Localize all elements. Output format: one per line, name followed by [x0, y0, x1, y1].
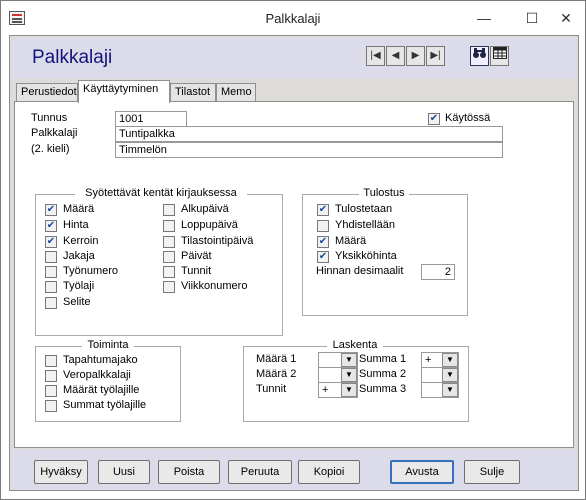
tunnit-dropdown-icon[interactable]: ▼: [341, 383, 357, 397]
tulostetaan-label: Tulostetaan: [335, 203, 393, 215]
uusi-button[interactable]: Uusi: [98, 460, 150, 484]
tulostetaan-checkbox[interactable]: ✔: [317, 204, 329, 216]
tunnit-label: Tunnit: [256, 383, 287, 395]
maara-label: Määrä: [63, 203, 95, 215]
tab-memo[interactable]: Memo: [216, 83, 256, 102]
summat-tyolajille-label: Summat työlajille: [63, 399, 147, 411]
tulostus-maara-checkbox[interactable]: ✔: [317, 236, 329, 248]
minimize-icon[interactable]: —: [471, 7, 497, 29]
maara-checkbox[interactable]: ✔: [45, 204, 57, 216]
summa3-dropdown-icon[interactable]: ▼: [442, 383, 458, 397]
tunnit-checkbox[interactable]: [163, 266, 175, 278]
summa1-dropdown-icon[interactable]: ▼: [442, 353, 458, 367]
tulostus-title: Tulostus: [359, 187, 409, 199]
binoculars-icon[interactable]: [470, 46, 489, 66]
viikkonumero-checkbox[interactable]: [163, 281, 175, 293]
table-icon[interactable]: [490, 46, 509, 66]
paivat-label: Päivät: [181, 250, 212, 262]
kieli-field[interactable]: Timmelön: [115, 142, 503, 158]
syotettavat-title: Syötettävät kentät kirjauksessa: [75, 187, 247, 199]
form-body: Palkkalaji |◀ ◀ ▶ ▶| Perustiedot Käyttäy…: [9, 35, 579, 491]
tyolaji-label: Työlaji: [63, 280, 95, 292]
button-bar: Hyväksy Uusi Poista Peruuta Kopioi Avust…: [12, 450, 576, 490]
kopioi-button[interactable]: Kopioi: [298, 460, 360, 484]
kaytossa-label: Käytössä: [445, 112, 491, 124]
tunnus-label: Tunnus: [31, 112, 68, 124]
tulostus-maara-label: Määrä: [335, 235, 367, 247]
maara2-dropdown-icon[interactable]: ▼: [341, 368, 357, 382]
maara2-label: Määrä 2: [256, 368, 297, 380]
loppupaiva-checkbox[interactable]: [163, 220, 175, 232]
summa2-dropdown-icon[interactable]: ▼: [442, 368, 458, 382]
maara1-dropdown-icon[interactable]: ▼: [341, 353, 357, 367]
maarat-tyolajille-checkbox[interactable]: [45, 385, 57, 397]
summa2-label: Summa 2: [359, 368, 407, 380]
desimaalit-field[interactable]: 2: [421, 264, 455, 280]
tilastointipaiva-label: Tilastointipäivä: [181, 235, 254, 247]
close-icon[interactable]: ✕: [553, 7, 579, 29]
hinta-checkbox[interactable]: ✔: [45, 220, 57, 232]
tyonumero-label: Työnumero: [63, 265, 119, 277]
toiminta-title: Toiminta: [82, 339, 134, 351]
yksikkohinta-checkbox[interactable]: ✔: [317, 251, 329, 263]
veropalkkalaji-checkbox[interactable]: [45, 370, 57, 382]
selite-label: Selite: [63, 296, 91, 308]
avusta-button[interactable]: Avusta: [390, 460, 454, 484]
yksikkohinta-label: Yksikköhinta: [335, 250, 397, 262]
summat-tyolajille-checkbox[interactable]: [45, 400, 57, 412]
laskenta-title: Laskenta: [327, 339, 383, 351]
tunnit-label: Tunnit: [181, 265, 212, 277]
previous-record-button[interactable]: ◀: [386, 46, 405, 66]
kerroin-checkbox[interactable]: ✔: [45, 236, 57, 248]
maarat-tyolajille-label: Määrät työlajille: [63, 384, 140, 396]
tab-kayttaytyminen[interactable]: Käyttäytyminen: [78, 80, 170, 103]
last-record-button[interactable]: ▶|: [426, 46, 445, 66]
poista-button[interactable]: Poista: [158, 460, 220, 484]
tapahtumajako-label: Tapahtumajako: [63, 354, 138, 366]
tyonumero-checkbox[interactable]: [45, 266, 57, 278]
tyolaji-checkbox[interactable]: [45, 281, 57, 293]
summa1-label: Summa 1: [359, 353, 407, 365]
tilastointipaiva-checkbox[interactable]: [163, 236, 175, 248]
application-window: Palkkalaji — ☐ ✕ Palkkalaji |◀ ◀ ▶ ▶| Pe…: [0, 0, 586, 500]
hinta-label: Hinta: [63, 219, 89, 231]
peruuta-button[interactable]: Peruuta: [228, 460, 292, 484]
summa3-label: Summa 3: [359, 383, 407, 395]
alkupaiva-label: Alkupäivä: [181, 203, 229, 215]
tab-perustiedot[interactable]: Perustiedot: [16, 83, 78, 102]
tunnus-field[interactable]: 1001: [115, 111, 187, 127]
yhdistellaan-checkbox[interactable]: [317, 220, 329, 232]
palkkalaji-field[interactable]: Tuntipalkka: [115, 126, 503, 142]
viikkonumero-label: Viikkonumero: [181, 280, 248, 292]
kaytossa-checkbox[interactable]: ✔: [428, 113, 440, 125]
maximize-icon[interactable]: ☐: [519, 7, 545, 29]
tab-strip: Perustiedot Käyttäytyminen Tilastot Memo: [12, 80, 576, 103]
jakaja-label: Jakaja: [63, 250, 95, 262]
tab-tilastot[interactable]: Tilastot: [170, 83, 216, 102]
alkupaiva-checkbox[interactable]: [163, 204, 175, 216]
palkkalaji-label: Palkkalaji: [31, 127, 78, 139]
tapahtumajako-checkbox[interactable]: [45, 355, 57, 367]
form-title: Palkkalaji: [32, 47, 113, 68]
window-title: Palkkalaji: [265, 11, 321, 26]
loppupaiva-label: Loppupäivä: [181, 219, 238, 231]
veropalkkalaji-label: Veropalkkalaji: [63, 369, 131, 381]
hyvaksy-button[interactable]: Hyväksy: [34, 460, 88, 484]
form-header: Palkkalaji |◀ ◀ ▶ ▶|: [12, 38, 576, 78]
desimaalit-label: Hinnan desimaalit: [316, 265, 404, 277]
maara1-label: Määrä 1: [256, 353, 297, 365]
selite-checkbox[interactable]: [45, 297, 57, 309]
jakaja-checkbox[interactable]: [45, 251, 57, 263]
yhdistellaan-label: Yhdistellään: [335, 219, 395, 231]
sulje-button[interactable]: Sulje: [464, 460, 520, 484]
tab-panel-kayttaytyminen: Tunnus 1001 Palkkalaji Tuntipalkka (2. k…: [14, 101, 574, 448]
next-record-button[interactable]: ▶: [406, 46, 425, 66]
paivat-checkbox[interactable]: [163, 251, 175, 263]
title-bar[interactable]: Palkkalaji — ☐ ✕: [1, 1, 585, 35]
kerroin-label: Kerroin: [63, 235, 99, 247]
first-record-button[interactable]: |◀: [366, 46, 385, 66]
kieli-label: (2. kieli): [31, 143, 70, 155]
